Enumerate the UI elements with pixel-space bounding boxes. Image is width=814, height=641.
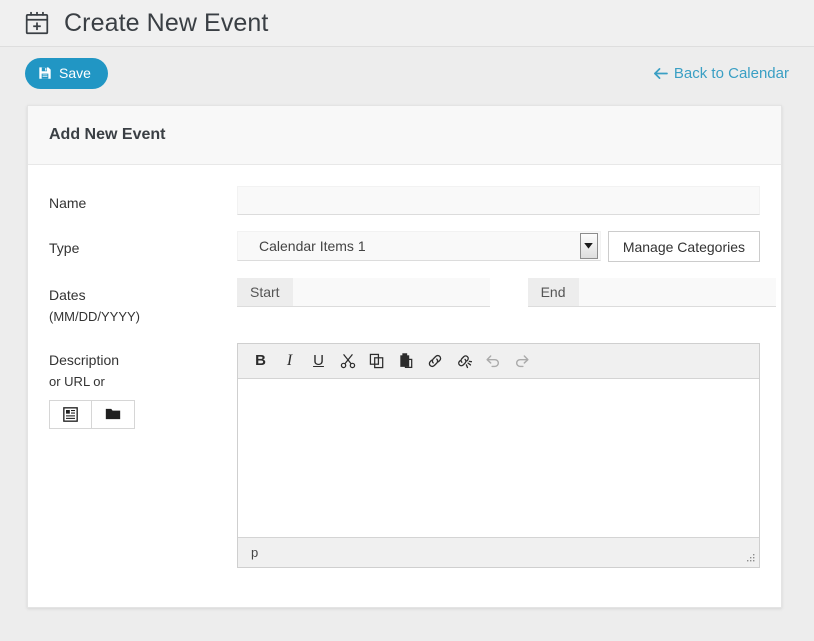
start-date-group: Start	[237, 278, 490, 307]
form-row-type: Type Calendar Items 1 Manage Categories	[49, 231, 760, 262]
description-label-or-url: or URL or	[49, 373, 105, 389]
dates-label-main: Dates	[49, 287, 86, 303]
end-date-input[interactable]	[578, 278, 776, 306]
page-title: Create New Event	[64, 8, 269, 37]
rich-text-editor: B I U p	[237, 342, 760, 568]
editor-element-path[interactable]: p	[251, 545, 258, 560]
link-icon[interactable]	[421, 347, 448, 374]
end-date-addon: End	[527, 278, 579, 306]
underline-icon[interactable]: U	[305, 347, 332, 374]
form-row-dates: Dates (MM/DD/YYYY) Start End	[49, 278, 776, 327]
cut-icon[interactable]	[334, 347, 361, 374]
insert-content-icon[interactable]	[49, 399, 92, 429]
description-label: Description or URL or	[49, 343, 237, 568]
bold-icon[interactable]: B	[247, 347, 274, 374]
start-date-addon: Start	[237, 278, 293, 306]
copy-icon[interactable]	[363, 347, 390, 374]
save-button[interactable]: Save	[25, 57, 108, 89]
calendar-plus-icon	[24, 10, 50, 36]
add-new-event-card: Add New Event Name Type Calendar Items 1	[27, 105, 782, 608]
undo-icon[interactable]	[479, 347, 506, 374]
arrow-left-icon	[653, 67, 668, 80]
card-header: Add New Event	[28, 106, 781, 165]
name-label: Name	[49, 195, 87, 211]
description-source-buttons	[49, 399, 237, 429]
manage-categories-button[interactable]: Manage Categories	[607, 231, 760, 262]
card-body: Name Type Calendar Items 1 Manage Catego…	[28, 165, 781, 568]
form-row-name: Name	[49, 186, 760, 215]
page-header: Create New Event	[0, 0, 814, 47]
start-date-input[interactable]	[292, 278, 490, 306]
form-row-description: Description or URL or B I U p	[49, 342, 760, 568]
editor-status-bar: p	[238, 536, 759, 567]
name-input[interactable]	[237, 186, 760, 215]
redo-icon[interactable]	[508, 347, 535, 374]
type-select-value: Calendar Items 1	[259, 238, 366, 254]
type-select[interactable]: Calendar Items 1	[237, 231, 601, 261]
action-bar: Save Back to Calendar	[0, 47, 814, 99]
end-date-group: End	[527, 278, 776, 307]
editor-content-area[interactable]	[238, 378, 759, 537]
chevron-down-icon[interactable]	[579, 233, 598, 259]
folder-icon[interactable]	[92, 399, 135, 429]
italic-icon[interactable]: I	[276, 347, 303, 374]
resize-grip-icon[interactable]	[744, 552, 756, 564]
type-label: Type	[49, 240, 80, 256]
paste-icon[interactable]	[392, 347, 419, 374]
save-button-label: Save	[59, 65, 91, 81]
floppy-disk-icon	[38, 66, 52, 80]
back-to-calendar-label: Back to Calendar	[673, 64, 789, 82]
editor-toolbar: B I U	[238, 343, 759, 379]
dates-label-format: (MM/DD/YYYY)	[49, 308, 140, 324]
dates-label: Dates (MM/DD/YYYY)	[49, 278, 237, 327]
unlink-icon[interactable]	[450, 347, 477, 374]
back-to-calendar-link[interactable]: Back to Calendar	[653, 65, 789, 82]
description-label-main: Description	[49, 351, 120, 368]
card-title: Add New Event	[49, 126, 166, 143]
